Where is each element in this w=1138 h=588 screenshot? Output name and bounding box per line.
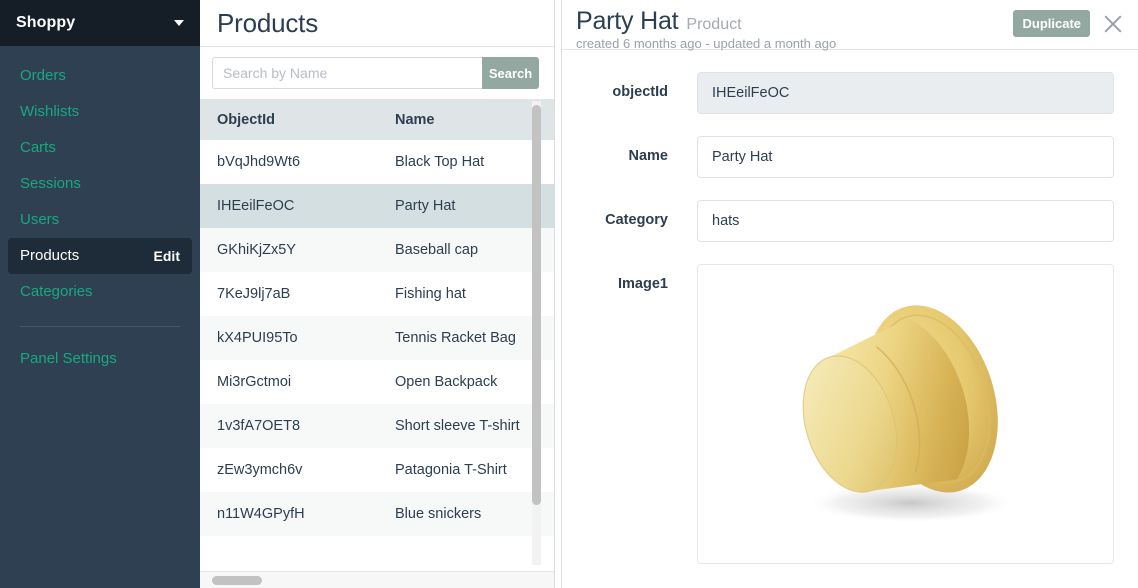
sidebar-nav: Orders Wishlists Carts Sessions Users Pr… <box>0 46 200 377</box>
sidebar-item-sessions[interactable]: Sessions <box>8 166 192 202</box>
close-icon[interactable] <box>1102 13 1124 35</box>
table-row[interactable]: bVqJhd9Wt6 Black Top Hat <box>200 140 554 184</box>
detail-subtitle: created 6 months ago - updated a month a… <box>576 36 837 51</box>
sidebar-edit-link[interactable]: Edit <box>154 247 180 265</box>
sidebar-item-label: Sessions <box>20 175 81 192</box>
duplicate-button[interactable]: Duplicate <box>1013 10 1090 37</box>
cell-name: Tennis Racket Bag <box>378 316 554 360</box>
sidebar-item-products[interactable]: Products Edit <box>8 238 192 274</box>
field-control-category <box>697 200 1126 242</box>
sidebar-item-label: Products <box>20 247 80 264</box>
category-field[interactable] <box>697 200 1114 242</box>
table-row[interactable]: GKhiKjZx5Y Baseball cap <box>200 228 554 272</box>
sidebar-item-label: Users <box>20 211 60 228</box>
cell-objectid: 1v3fA7OET8 <box>200 404 378 448</box>
field-label-objectid: objectId <box>612 84 668 100</box>
cell-name: Party Hat <box>378 184 554 228</box>
cell-name: Short sleeve T-shirt <box>378 404 554 448</box>
cell-objectid: 7KeJ9lj7aB <box>200 272 378 316</box>
table-row-selected[interactable]: IHEeilFeOC Party Hat <box>200 184 554 228</box>
list-header: Products <box>200 0 554 47</box>
cell-name: Open Backpack <box>378 360 554 404</box>
table-header-row: ObjectId Name <box>200 100 554 140</box>
field-label-name: Name <box>628 148 669 164</box>
product-detail-panel: Party Hat Product created 6 months ago -… <box>562 0 1138 588</box>
products-table-wrap: ObjectId Name bVqJhd9Wt6 Black Top Hat I… <box>200 100 554 588</box>
panel-divider <box>555 0 562 588</box>
cell-objectid: IHEeilFeOC <box>200 184 378 228</box>
search-input[interactable] <box>212 57 482 89</box>
table-row[interactable]: n11W4GPyfH Blue snickers <box>200 492 554 536</box>
cell-objectid: n11W4GPyfH <box>200 492 378 536</box>
field-row-objectid: objectId <box>562 72 1126 114</box>
list-horizontal-scrollbar[interactable] <box>200 571 554 588</box>
sidebar-item-carts[interactable]: Carts <box>8 130 192 166</box>
detail-type-label: Product <box>686 16 742 33</box>
search-row: Search <box>200 47 554 100</box>
table-row[interactable]: zEw3ymch6v Patagonia T-Shirt <box>200 448 554 492</box>
objectid-field[interactable] <box>697 72 1114 114</box>
field-label-category: Category <box>605 212 668 228</box>
sidebar-item-label: Categories <box>20 283 93 300</box>
field-control-objectid <box>697 72 1126 114</box>
cell-objectid: bVqJhd9Wt6 <box>200 140 378 184</box>
list-horizontal-scrollbar-thumb[interactable] <box>212 576 262 585</box>
table-row[interactable]: Mi3rGctmoi Open Backpack <box>200 360 554 404</box>
cell-objectid: GKhiKjZx5Y <box>200 228 378 272</box>
cell-name: Baseball cap <box>378 228 554 272</box>
products-list-panel: Products Search ObjectId Name bVqJhd9Wt6 <box>200 0 555 588</box>
sidebar-item-label: Orders <box>20 67 66 84</box>
sidebar-item-label: Carts <box>20 139 56 156</box>
column-header-objectid[interactable]: ObjectId <box>200 100 378 140</box>
field-control-image1 <box>697 264 1126 564</box>
field-control-name <box>697 136 1126 178</box>
cell-name: Blue snickers <box>378 492 554 536</box>
image1-preview-box[interactable] <box>697 264 1114 564</box>
table-row[interactable]: 1v3fA7OET8 Short sleeve T-shirt <box>200 404 554 448</box>
search-button[interactable]: Search <box>482 57 539 89</box>
sidebar: Shoppy Orders Wishlists Carts Sessions U… <box>0 0 200 588</box>
list-vertical-scrollbar[interactable] <box>532 101 541 565</box>
cell-name: Black Top Hat <box>378 140 554 184</box>
field-row-category: Category <box>562 200 1126 242</box>
field-row-image1: Image1 <box>562 264 1126 564</box>
sidebar-item-wishlists[interactable]: Wishlists <box>8 94 192 130</box>
sidebar-item-label: Wishlists <box>20 103 80 120</box>
detail-actions: Duplicate <box>1013 10 1126 37</box>
page-title: Products <box>217 7 319 38</box>
sidebar-divider <box>20 326 180 327</box>
cell-name: Fishing hat <box>378 272 554 316</box>
cell-objectid: kX4PUI95To <box>200 316 378 360</box>
app-root: Shoppy Orders Wishlists Carts Sessions U… <box>0 0 1138 588</box>
detail-header: Party Hat Product created 6 months ago -… <box>562 0 1138 51</box>
brand-bar[interactable]: Shoppy <box>0 0 200 46</box>
detail-form: objectId Name Category Image1 <box>562 50 1138 564</box>
cell-name: Patagonia T-Shirt <box>378 448 554 492</box>
name-field[interactable] <box>697 136 1114 178</box>
list-vertical-scrollbar-thumb[interactable] <box>532 105 541 505</box>
cell-objectid: Mi3rGctmoi <box>200 360 378 404</box>
field-label-image1: Image1 <box>618 276 668 292</box>
field-row-name: Name <box>562 136 1126 178</box>
sidebar-item-orders[interactable]: Orders <box>8 58 192 94</box>
brand-name: Shoppy <box>16 14 76 31</box>
sidebar-item-categories[interactable]: Categories <box>8 274 192 310</box>
table-row[interactable]: kX4PUI95To Tennis Racket Bag <box>200 316 554 360</box>
cell-objectid: zEw3ymch6v <box>200 448 378 492</box>
detail-title: Party Hat <box>576 7 679 35</box>
table-row[interactable]: 7KeJ9lj7aB Fishing hat <box>200 272 554 316</box>
sidebar-item-label: Panel Settings <box>20 350 117 367</box>
column-header-name[interactable]: Name <box>378 100 554 140</box>
gold-party-hat-photo <box>802 305 1016 523</box>
sidebar-item-users[interactable]: Users <box>8 202 192 238</box>
chevron-down-icon[interactable] <box>174 20 184 26</box>
products-table: ObjectId Name bVqJhd9Wt6 Black Top Hat I… <box>200 100 554 536</box>
sidebar-item-panel-settings[interactable]: Panel Settings <box>8 341 192 377</box>
